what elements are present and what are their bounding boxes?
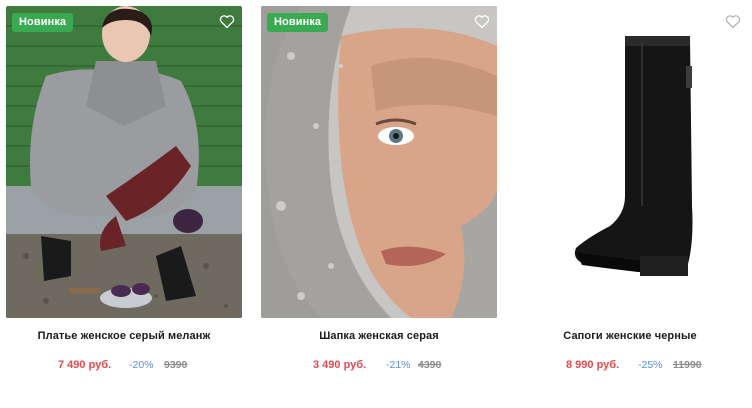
heart-icon[interactable] bbox=[219, 14, 235, 29]
discount-percent: -20% bbox=[129, 359, 154, 371]
product-title[interactable]: Сапоги женские черные bbox=[512, 330, 748, 342]
product-card[interactable]: Сапоги женские черные 8 990 руб. -25% 11… bbox=[512, 6, 748, 401]
old-price: 4390 bbox=[418, 359, 442, 371]
current-price: 7 490 руб. bbox=[58, 359, 112, 371]
current-price: 3 490 руб. bbox=[313, 359, 367, 371]
price-row: 7 490 руб. -20% 9390 bbox=[6, 359, 242, 375]
old-price: 11990 bbox=[673, 359, 702, 371]
product-image[interactable]: Новинка bbox=[261, 6, 497, 318]
new-badge: Новинка bbox=[267, 13, 329, 32]
product-grid: Новинка Платье женское серый меланж 7 49… bbox=[0, 0, 752, 408]
product-title[interactable]: Шапка женская серая bbox=[261, 330, 497, 342]
product-image[interactable]: Новинка bbox=[6, 6, 242, 318]
heart-icon[interactable] bbox=[725, 14, 741, 29]
product-title[interactable]: Платье женское серый меланж bbox=[6, 330, 242, 342]
new-badge: Новинка bbox=[12, 13, 74, 32]
discount-percent: -21% bbox=[386, 359, 411, 371]
old-price: 9390 bbox=[164, 359, 188, 371]
current-price: 8 990 руб. bbox=[566, 359, 620, 371]
product-card[interactable]: Новинка Шапка женская серая 3 490 руб. -… bbox=[261, 6, 497, 401]
price-row: 8 990 руб. -25% 11990 bbox=[512, 359, 748, 375]
product-image[interactable] bbox=[512, 6, 748, 318]
discount-percent: -25% bbox=[638, 359, 663, 371]
heart-icon[interactable] bbox=[474, 14, 490, 29]
product-card[interactable]: Новинка Платье женское серый меланж 7 49… bbox=[6, 6, 242, 401]
price-row: 3 490 руб. -21% 4390 bbox=[261, 359, 497, 375]
